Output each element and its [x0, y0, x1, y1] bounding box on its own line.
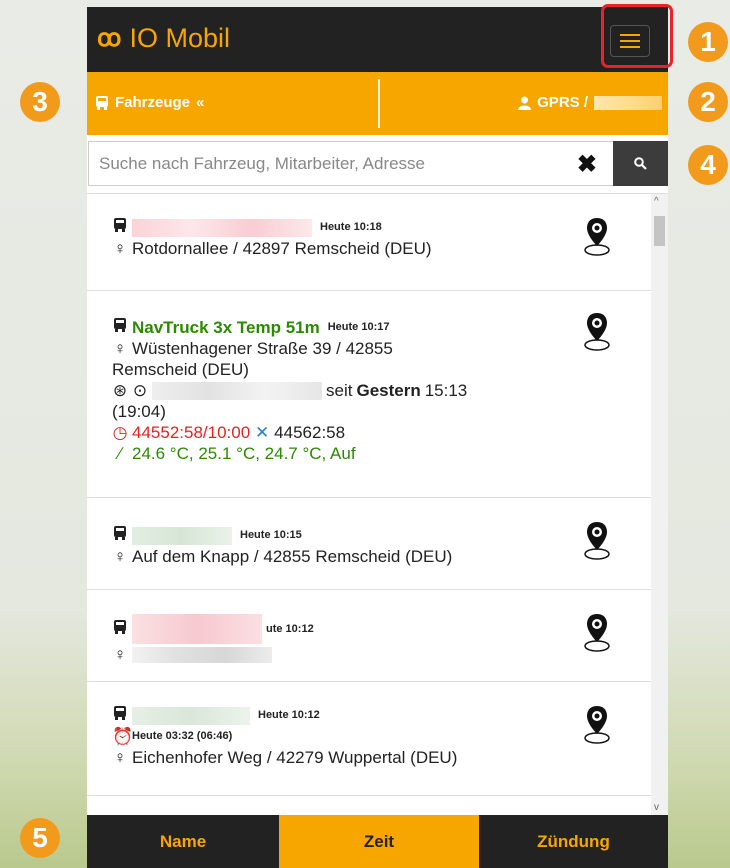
callout-badge: 5: [20, 818, 60, 858]
vehicles-label: Fahrzeuge: [115, 94, 191, 111]
menu-button[interactable]: [610, 25, 650, 57]
location-pin-icon: ♀: [113, 748, 127, 767]
redacted-username: [594, 95, 662, 110]
filter-bar: Fahrzeuge « GPRS /: [87, 72, 668, 135]
location-pin-icon: ♀: [113, 339, 127, 358]
vehicles-toggle[interactable]: Fahrzeuge «: [95, 94, 204, 111]
driver-duration: (19:04): [112, 402, 166, 421]
sort-name-tab[interactable]: Name: [87, 815, 279, 868]
address: Wüstenhagener Straße 39 / 42855: [132, 339, 393, 358]
clock-icon: ◷: [112, 423, 128, 442]
bus-icon: [96, 95, 108, 110]
map-pin-icon[interactable]: [583, 612, 611, 657]
search-button[interactable]: [613, 141, 668, 186]
double-chevron-up-icon: «: [196, 94, 205, 111]
address: Eichenhofer Weg / 42279 Wuppertal (DEU): [132, 748, 458, 767]
callout-badge: 2: [688, 82, 728, 122]
temperatures: 24.6 °C, 25.1 °C, 24.7 °C, Auf: [132, 444, 356, 463]
hamburger-icon: [620, 34, 640, 36]
scroll-down-icon[interactable]: v: [654, 802, 659, 813]
service-hours: 44562:58: [274, 423, 346, 442]
location-pin-icon: ♀: [113, 547, 127, 566]
redacted-vehicle-name: [132, 526, 232, 545]
redacted-vehicle-name: [132, 614, 262, 644]
address-continued: Remscheid (DEU): [112, 360, 249, 379]
timestamp: ute 10:12: [266, 622, 314, 635]
search-icon: [634, 157, 647, 170]
tools-icon: ✕: [255, 423, 270, 442]
gprs-label: GPRS /: [537, 94, 588, 111]
bus-icon: [112, 217, 128, 238]
map-pin-icon[interactable]: [583, 216, 611, 261]
record-icon: ⊙: [132, 381, 148, 400]
address: Auf dem Knapp / 42855 Remscheid (DEU): [132, 547, 453, 566]
sort-bar: Name Zeit Zündung: [87, 815, 668, 868]
scroll-up-icon[interactable]: ^: [654, 196, 659, 207]
redacted-address: [132, 646, 272, 663]
service-interval: 44552:58/10:00: [132, 423, 251, 442]
list-item[interactable]: Heute 10:12 ⏰ Heute 03:32 (06:46) ♀ Eich…: [87, 682, 651, 796]
search-bar: ✖: [87, 135, 668, 194]
list-item[interactable]: ute 10:12 ♀: [87, 590, 651, 682]
top-bar: ꝏ IO Mobil: [87, 7, 668, 72]
bus-icon: [112, 705, 128, 726]
bus-icon: [112, 525, 128, 546]
list-item[interactable]: Heute 10:15 ♀ Auf dem Knapp / 42855 Rems…: [87, 498, 651, 590]
app-title: IO Mobil: [129, 23, 230, 53]
scrollbar[interactable]: ^ v: [651, 194, 668, 815]
search-box: ✖: [88, 141, 613, 186]
location-pin-icon: ♀: [113, 645, 127, 664]
sort-ignition-tab[interactable]: Zündung: [479, 815, 668, 868]
logo-icon: ꝏ: [97, 25, 122, 52]
app-logo[interactable]: ꝏ IO Mobil: [97, 23, 230, 54]
alarm-clock-icon: ⏰: [112, 727, 134, 746]
callout-badge: 4: [688, 145, 728, 185]
timestamp: Heute 10:17: [327, 321, 390, 333]
map-pin-icon[interactable]: [583, 520, 611, 565]
steering-wheel-icon: ⊛: [112, 381, 128, 400]
bus-icon: [112, 619, 128, 640]
timestamp: Heute 10:18: [320, 221, 382, 233]
app-frame: ꝏ IO Mobil Fahrzeuge « GPRS / Suche nach…: [87, 7, 668, 868]
search-input[interactable]: [89, 152, 561, 175]
vehicle-list: Heute 10:18 ♀ Rotdornallee / 42897 Remsc…: [87, 194, 651, 815]
address: Rotdornallee / 42897 Remscheid (DEU): [132, 239, 432, 258]
map-pin-icon[interactable]: [583, 704, 611, 749]
list-item[interactable]: Heute 10:18 ♀ Rotdornallee / 42897 Remsc…: [87, 194, 651, 291]
list-item[interactable]: NavTruck 3x Temp 51m Heute 10:17 ♀ Wüste…: [87, 291, 651, 498]
redacted-vehicle-name: [132, 218, 312, 237]
timestamp: Heute 10:15: [240, 529, 302, 541]
redacted-driver: [152, 381, 322, 400]
sort-time-tab[interactable]: Zeit: [279, 815, 479, 868]
vehicle-name: NavTruck 3x Temp 51m: [132, 318, 320, 337]
gprs-user[interactable]: GPRS /: [518, 94, 662, 111]
thermometer-icon: ∕: [118, 444, 122, 463]
alarm-time: Heute 03:32 (06:46): [132, 730, 233, 742]
timestamp: Heute 10:12: [258, 709, 320, 721]
map-pin-icon[interactable]: [583, 311, 611, 356]
clear-icon[interactable]: ✖: [577, 150, 597, 179]
location-pin-icon: ♀: [113, 239, 127, 258]
bus-icon: [112, 317, 128, 338]
divider: [378, 79, 380, 128]
callout-badge: 1: [688, 22, 728, 62]
user-icon: [518, 96, 532, 110]
scroll-thumb[interactable]: [654, 216, 665, 246]
redacted-vehicle-name: [132, 706, 250, 725]
callout-badge: 3: [20, 82, 60, 122]
